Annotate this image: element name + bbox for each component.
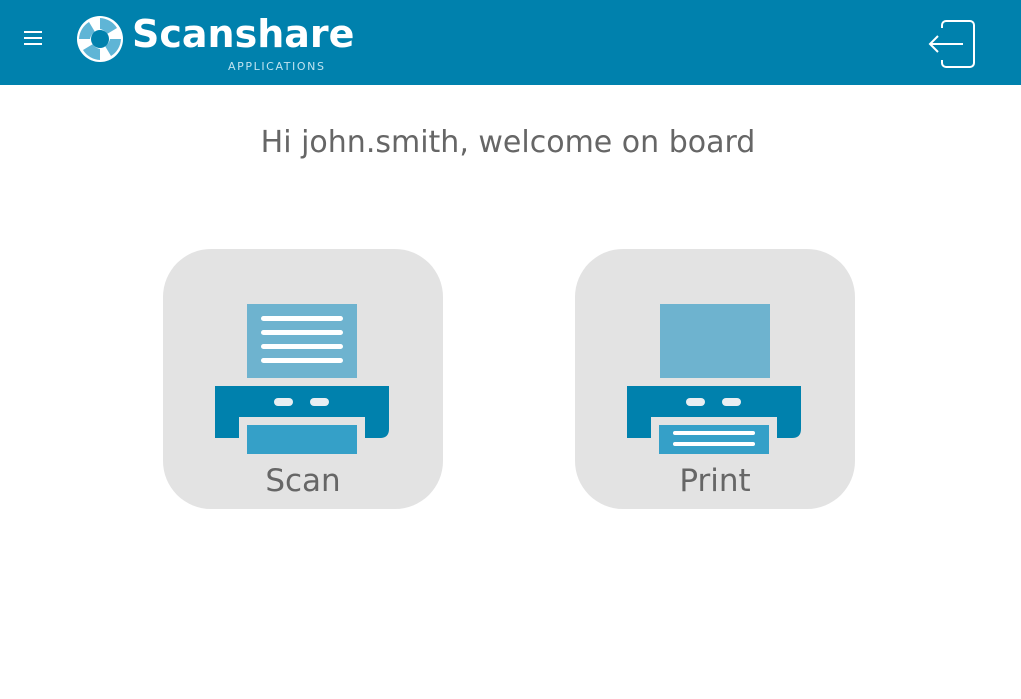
logout-icon <box>928 20 975 68</box>
scan-tile[interactable]: Scan <box>163 249 443 509</box>
logout-button[interactable] <box>925 18 979 70</box>
welcome-message: Hi john.smith, welcome on board <box>260 125 756 160</box>
brand-subtitle: APPLICATIONS <box>228 60 326 73</box>
hamburger-line <box>24 37 42 39</box>
print-label: Print <box>679 463 751 499</box>
menu-button[interactable] <box>19 26 47 50</box>
scanner-icon <box>215 304 389 454</box>
print-tile[interactable]: Print <box>575 249 855 509</box>
logo-wheel-icon <box>77 16 123 62</box>
brand-logo: Scanshare APPLICATIONS <box>76 12 354 75</box>
brand-name: Scanshare <box>132 12 355 56</box>
scan-label: Scan <box>265 463 341 499</box>
printer-icon <box>627 304 801 454</box>
hamburger-line <box>24 43 42 45</box>
hamburger-menu-icon <box>24 31 42 33</box>
app-header: Scanshare APPLICATIONS <box>0 0 1021 85</box>
